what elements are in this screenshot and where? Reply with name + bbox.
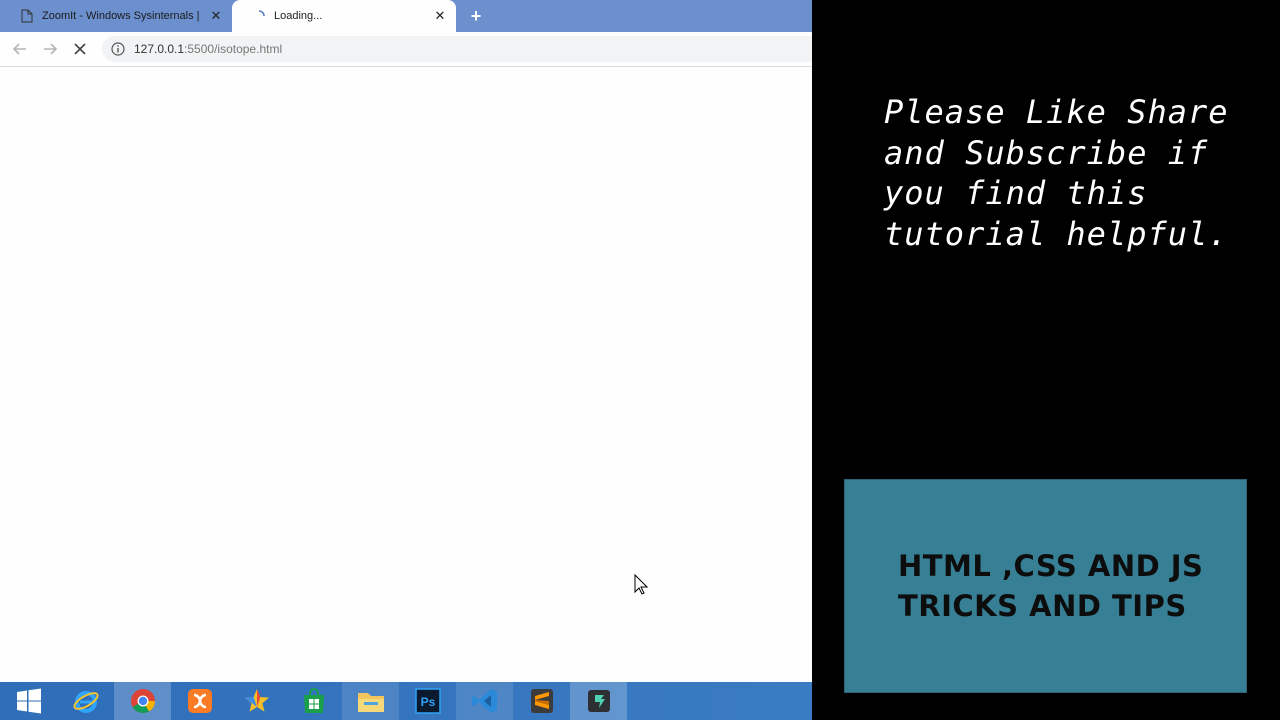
browser-window: ZoomIt - Windows Sysinternals | ✕ Loadin… — [0, 0, 822, 682]
tab-loading[interactable]: Loading... ✕ — [232, 0, 456, 32]
brand-line: TRICKS AND TIPS — [898, 589, 1187, 623]
app-star-icon[interactable] — [228, 682, 285, 720]
message-line: and Subscribe if — [884, 133, 1209, 172]
internet-explorer-icon[interactable] — [57, 682, 114, 720]
subscribe-message: Please Like Share and Subscribe if you f… — [884, 92, 1264, 254]
loading-spinner-icon — [252, 9, 266, 23]
brand-line: HTML ,CSS AND JS — [898, 549, 1204, 583]
file-explorer-icon[interactable] — [342, 682, 399, 720]
windows-taskbar: Ps — [0, 682, 812, 720]
page-icon — [20, 9, 34, 23]
message-line: you find this — [884, 174, 1148, 212]
store-icon[interactable] — [285, 682, 342, 720]
info-icon[interactable] — [111, 42, 125, 56]
page-content — [0, 67, 812, 682]
url-host: 127.0.0.1 — [134, 42, 185, 56]
tab-zoomit[interactable]: ZoomIt - Windows Sysinternals | ✕ — [0, 0, 232, 32]
filmora-icon[interactable] — [570, 682, 627, 720]
channel-brand-text: HTML ,CSS AND JS TRICKS AND TIPS — [898, 546, 1238, 626]
tab-strip: ZoomIt - Windows Sysinternals | ✕ Loadin… — [0, 0, 812, 32]
new-tab-button[interactable]: + — [466, 6, 486, 26]
stop-loading-icon[interactable] — [68, 38, 92, 60]
url-path: :5500/isotope.html — [184, 42, 283, 56]
vscode-icon[interactable] — [456, 682, 513, 720]
chrome-icon[interactable] — [114, 682, 171, 720]
address-bar[interactable]: 127.0.0.1:5500/isotope.html — [102, 36, 822, 62]
mouse-cursor-icon — [634, 573, 649, 601]
close-tab-icon[interactable]: ✕ — [432, 8, 448, 24]
xampp-icon[interactable] — [171, 682, 228, 720]
url-text: 127.0.0.1:5500/isotope.html — [134, 42, 282, 56]
windows-start-icon[interactable] — [0, 682, 57, 720]
forward-arrow-icon[interactable] — [38, 38, 62, 60]
tab-title: Loading... — [274, 10, 323, 22]
photoshop-icon[interactable]: Ps — [399, 682, 456, 720]
sublime-text-icon[interactable] — [513, 682, 570, 720]
channel-brand-box: HTML ,CSS AND JS TRICKS AND TIPS — [844, 479, 1247, 693]
browser-toolbar: 127.0.0.1:5500/isotope.html — [0, 32, 822, 67]
message-line: tutorial helpful. — [884, 214, 1229, 253]
back-arrow-icon[interactable] — [8, 38, 32, 60]
tab-title: ZoomIt - Windows Sysinternals | — [42, 10, 200, 22]
promo-panel: Please Like Share and Subscribe if you f… — [812, 0, 1280, 720]
message-line: Please Like Share — [884, 93, 1229, 131]
photoshop-label: Ps — [420, 695, 435, 709]
close-tab-icon[interactable]: ✕ — [208, 8, 224, 24]
